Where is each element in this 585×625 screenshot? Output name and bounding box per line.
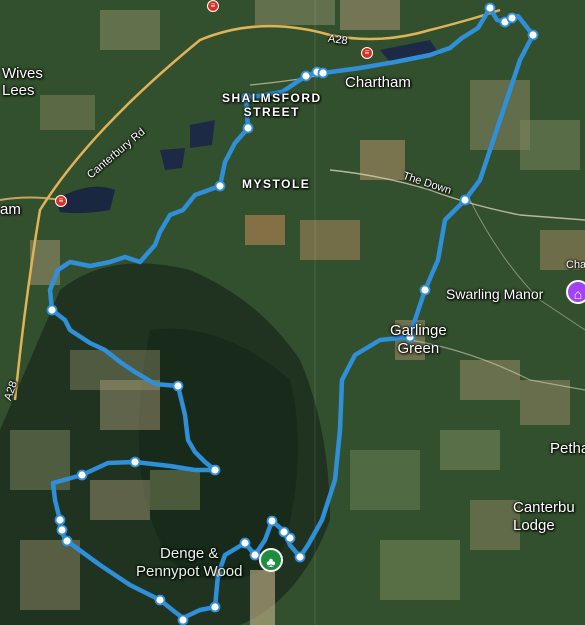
place-label-garlinge-green: Garlinge Green bbox=[390, 322, 447, 357]
route-waypoint bbox=[177, 614, 189, 625]
route-waypoint bbox=[300, 70, 312, 82]
rail-station-icon[interactable]: ≡ bbox=[361, 47, 373, 59]
place-label-cha: Cha bbox=[566, 259, 585, 271]
place-label-canterbury-lodge: Canterbu Lodge bbox=[513, 499, 575, 534]
place-label-shalmsford-street: SHALMSFORD STREET bbox=[222, 91, 322, 119]
route-waypoint bbox=[242, 122, 254, 134]
route-waypoint bbox=[154, 594, 166, 606]
place-label-petham: Pethan bbox=[550, 440, 585, 457]
route-waypoint bbox=[172, 380, 184, 392]
place-label-swarling-manor[interactable]: Swarling Manor bbox=[446, 286, 543, 302]
place-label-mystole: MYSTOLE bbox=[242, 177, 311, 191]
rail-station-icon[interactable]: ≡ bbox=[55, 195, 67, 207]
route-waypoint bbox=[506, 12, 518, 24]
route-waypoint bbox=[459, 194, 471, 206]
route-waypoint bbox=[527, 29, 539, 41]
route-waypoint bbox=[54, 514, 66, 526]
route-waypoint bbox=[46, 304, 58, 316]
place-label-wives-lees: Wives Lees bbox=[2, 65, 43, 99]
place-label-denge-wood[interactable]: Denge & Pennypot Wood bbox=[136, 545, 242, 581]
road-label-a28-top: A28 bbox=[327, 32, 349, 48]
route-waypoint bbox=[214, 180, 226, 192]
route-waypoint bbox=[61, 535, 73, 547]
route-waypoint bbox=[56, 524, 68, 536]
route-waypoint bbox=[294, 551, 306, 563]
rail-station-icon[interactable]: ≡ bbox=[207, 0, 219, 12]
route-waypoint bbox=[419, 284, 431, 296]
route-waypoint bbox=[76, 469, 88, 481]
route-waypoint bbox=[317, 67, 329, 79]
place-label-am: am bbox=[0, 201, 21, 218]
place-label-chartham: Chartham bbox=[345, 74, 411, 91]
park-icon[interactable]: ♣ bbox=[259, 548, 283, 572]
route-waypoint bbox=[278, 526, 290, 538]
satellite-map[interactable]: Wives Lees am SHALMSFORD STREET MYSTOLE … bbox=[0, 0, 585, 625]
route-waypoint bbox=[209, 601, 221, 613]
route-waypoint bbox=[129, 456, 141, 468]
route-waypoint bbox=[484, 2, 496, 14]
route-waypoint bbox=[209, 464, 221, 476]
landmark-icon[interactable]: ⌂ bbox=[566, 280, 585, 304]
route-waypoint bbox=[266, 515, 278, 527]
